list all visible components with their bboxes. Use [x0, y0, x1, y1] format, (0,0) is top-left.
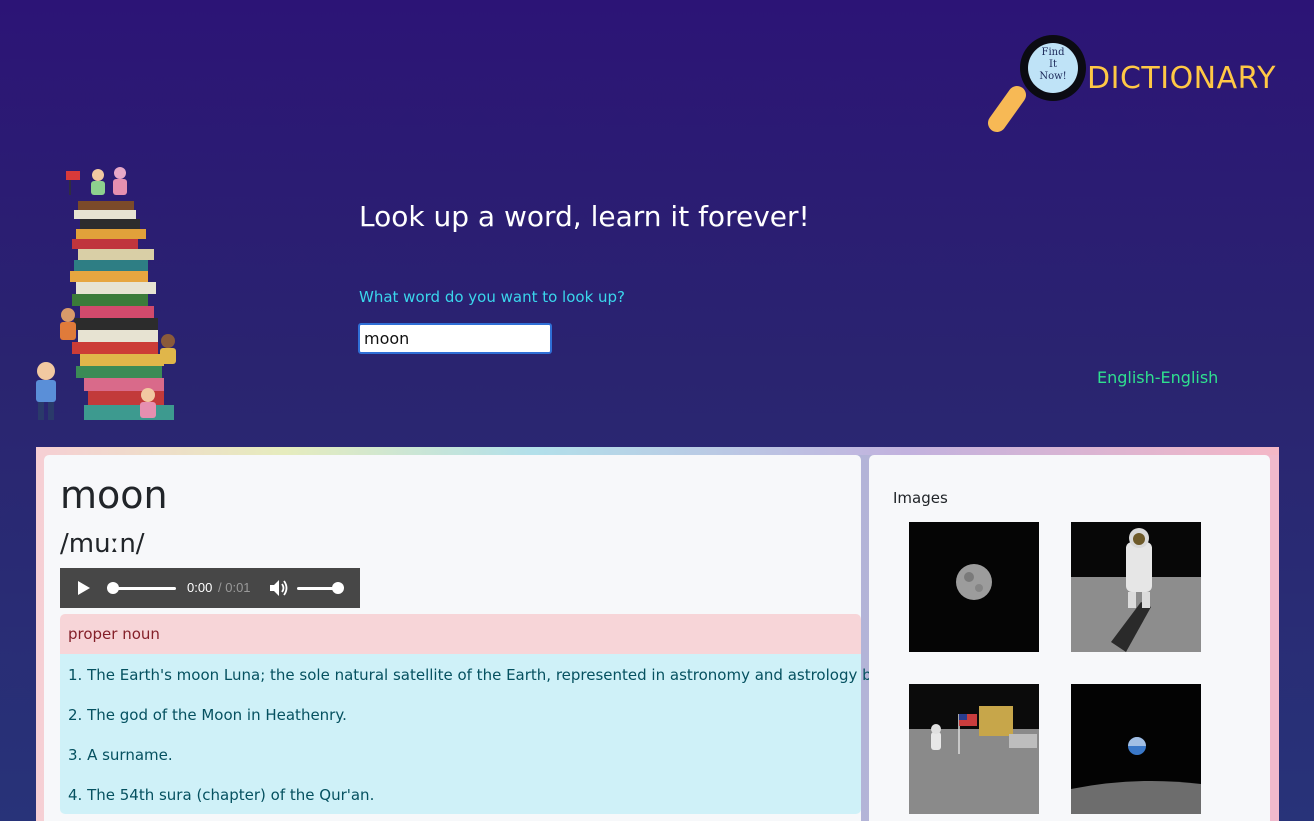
audio-progress-slider[interactable]: [113, 587, 176, 590]
book-stack-illustration: [36, 167, 176, 420]
search-input[interactable]: [358, 323, 552, 354]
earthrise-image[interactable]: [1071, 684, 1201, 814]
definition-item: 3. A surname.: [68, 746, 173, 764]
part-of-speech: proper noun: [60, 614, 861, 654]
volume-slider[interactable]: [297, 587, 337, 590]
volume-thumb[interactable]: [332, 582, 344, 594]
site-title: DICTIONARY: [1087, 61, 1276, 96]
audio-player[interactable]: 0:00 / 0:01: [60, 568, 360, 608]
language-link[interactable]: English-English: [1097, 368, 1218, 387]
result-word: moon: [60, 473, 168, 517]
lens-text: Find It Now!: [1039, 47, 1067, 82]
volume-icon[interactable]: [269, 579, 289, 597]
phonetic-text: /muːn/: [60, 529, 145, 559]
site-logo[interactable]: Find It Now! DICTIONARY: [985, 33, 1285, 138]
audio-current-time: 0:00: [187, 580, 213, 595]
astronaut-on-moon-image[interactable]: [1071, 522, 1201, 652]
definitions-list: 1. The Earth's moon Luna; the sole natur…: [60, 654, 904, 814]
definition-item: 4. The 54th sura (chapter) of the Qur'an…: [68, 786, 375, 804]
search-prompt: What word do you want to look up?: [359, 288, 626, 306]
images-title: Images: [893, 489, 948, 507]
tagline: Look up a word, learn it forever!: [359, 200, 810, 233]
lunar-module-flag-image[interactable]: [909, 684, 1039, 814]
images-card: Images: [869, 455, 1270, 821]
definition-card: moon /muːn/ 0:00 / 0:01 proper noun 1. T…: [44, 455, 904, 821]
audio-duration: / 0:01: [218, 580, 251, 595]
definition-item: 2. The god of the Moon in Heathenry.: [68, 706, 347, 724]
results-section: moon /muːn/ 0:00 / 0:01 proper noun 1. T…: [36, 447, 1279, 821]
definition-item: 1. The Earth's moon Luna; the sole natur…: [68, 666, 904, 684]
audio-progress-thumb[interactable]: [107, 582, 119, 594]
moon-in-space-image[interactable]: [909, 522, 1039, 652]
play-icon[interactable]: [78, 581, 90, 595]
